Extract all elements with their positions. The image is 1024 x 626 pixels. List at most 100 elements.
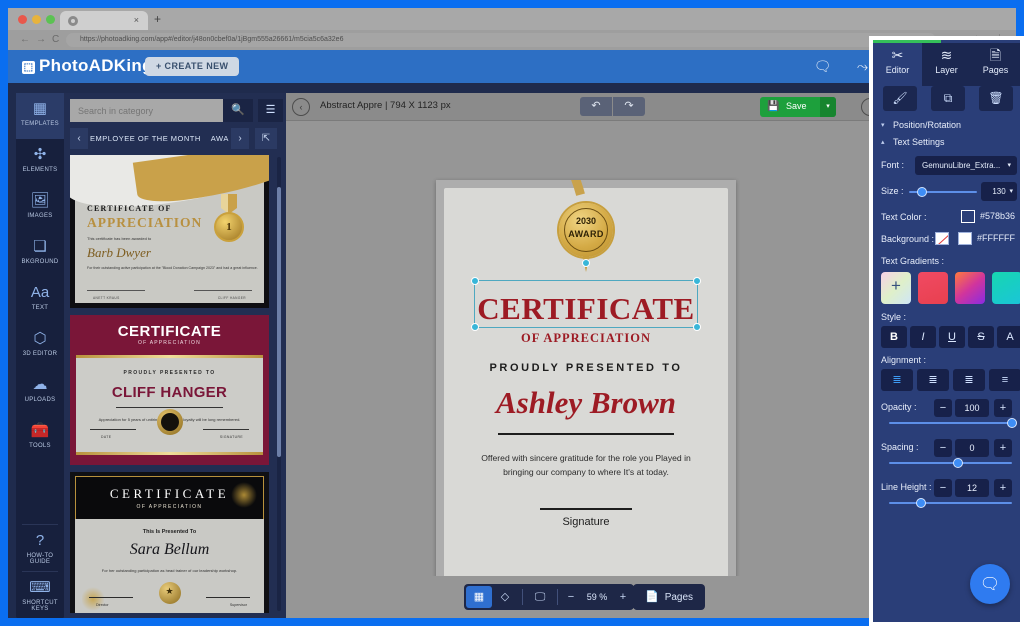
- window-minimize-button[interactable]: [32, 15, 41, 24]
- font-select[interactable]: GemunuLibre_Extra... ▾: [915, 156, 1017, 175]
- category-prev-icon[interactable]: ‹: [70, 128, 88, 149]
- present-icon[interactable]: 🖵: [527, 586, 553, 608]
- category-next-icon[interactable]: ›: [231, 128, 249, 149]
- align-left-button[interactable]: ≣: [881, 369, 913, 391]
- template-list[interactable]: CERTIFICATE OF APPRECIATION This certifi…: [70, 155, 280, 613]
- opacity-decrease-button[interactable]: −: [934, 399, 952, 417]
- search-input[interactable]: [70, 99, 223, 122]
- opacity-value[interactable]: 100: [955, 399, 989, 417]
- size-select[interactable]: 130 ▾: [981, 182, 1017, 201]
- certificate-subtitle[interactable]: OF APPRECIATION: [436, 331, 736, 346]
- opacity-slider-knob[interactable]: [1007, 418, 1017, 428]
- tab-close-icon[interactable]: ×: [134, 15, 139, 26]
- align-right-button[interactable]: ≣: [953, 369, 985, 391]
- certificate-signature-label[interactable]: Signature: [436, 516, 736, 528]
- list-view-icon[interactable]: ☰: [258, 99, 283, 122]
- spacing-increase-button[interactable]: +: [994, 439, 1012, 457]
- sidebar-item-templates[interactable]: ▦ TEMPLATES: [16, 93, 64, 139]
- eraser-icon[interactable]: ◇: [492, 586, 518, 608]
- bold-button[interactable]: B: [881, 326, 907, 348]
- gradient-swatch-red[interactable]: [918, 272, 948, 304]
- delete-icon[interactable]: 🗑: [979, 86, 1013, 111]
- collapse-left-icon[interactable]: ‹: [292, 98, 310, 116]
- chat-support-button[interactable]: 🗨: [970, 564, 1010, 604]
- line-height-slider-knob[interactable]: [916, 498, 927, 508]
- uppercase-button[interactable]: A: [997, 326, 1020, 348]
- italic-button[interactable]: I: [910, 326, 936, 348]
- reload-icon[interactable]: C: [52, 34, 59, 45]
- browser-tab[interactable]: ×: [60, 11, 148, 30]
- sidebar-item-images[interactable]: 🖼 IMAGES: [16, 185, 64, 231]
- category-expand-icon[interactable]: ⇱: [255, 128, 277, 149]
- save-button[interactable]: 💾 Save ▾: [760, 97, 836, 117]
- text-color-swatch[interactable]: [961, 210, 975, 223]
- strikethrough-button[interactable]: S: [968, 326, 994, 348]
- align-justify-button[interactable]: ≡: [989, 369, 1020, 391]
- background-color-swatch[interactable]: [958, 232, 972, 245]
- award-badge-icon[interactable]: 2030 AWARD: [559, 203, 613, 257]
- undo-icon[interactable]: ↶: [580, 97, 612, 116]
- sidebar-item-uploads[interactable]: ☁ UPLOADS: [16, 369, 64, 415]
- certificate-canvas[interactable]: 2030 AWARD CERTIFICATE OF APPRECIATION P…: [436, 180, 736, 604]
- template-card[interactable]: CERTIFICATE OF APPRECIATION This Is Pres…: [70, 472, 269, 613]
- spacing-decrease-button[interactable]: −: [934, 439, 952, 457]
- window-maximize-button[interactable]: [46, 15, 55, 24]
- line-height-slider-track[interactable]: [889, 498, 1012, 508]
- sidebar-item-shortcut-keys[interactable]: ⌨ Shortcut Keys: [16, 572, 64, 618]
- paint-format-icon[interactable]: 🖌: [883, 86, 917, 111]
- opacity-increase-button[interactable]: +: [994, 399, 1012, 417]
- create-new-button[interactable]: + CREATE NEW: [145, 57, 240, 76]
- template-card[interactable]: CERTIFICATE OF APPRECIATION PROUDLY PRES…: [70, 315, 269, 465]
- certificate-presented-to[interactable]: PROUDLY PRESENTED TO: [436, 362, 736, 374]
- comment-icon[interactable]: 🗨: [813, 57, 832, 76]
- save-dropdown-icon[interactable]: ▾: [820, 97, 836, 117]
- brand-logo[interactable]: ⬚ PhotoADKing: [22, 56, 153, 76]
- sidebar-item-elements[interactable]: ✣ ELEMENTS: [16, 139, 64, 185]
- tab-pages[interactable]: 🗎 Pages: [971, 43, 1020, 86]
- size-slider-knob[interactable]: [917, 187, 927, 197]
- pages-button[interactable]: 📄 Pages: [633, 584, 706, 610]
- new-tab-button[interactable]: +: [154, 12, 161, 26]
- category-chip[interactable]: AWAR: [211, 134, 229, 143]
- spacing-slider-knob[interactable]: [952, 458, 963, 468]
- certificate-title[interactable]: CERTIFICATE: [436, 291, 736, 327]
- template-scrollbar[interactable]: [277, 157, 281, 611]
- search-icon[interactable]: 🔍: [223, 99, 253, 122]
- sidebar-item-tools[interactable]: 🧰 TOOLS: [16, 415, 64, 461]
- scrollbar-thumb[interactable]: [277, 187, 281, 457]
- add-gradient-button[interactable]: [881, 272, 911, 304]
- window-close-button[interactable]: [18, 15, 27, 24]
- template-caption: This certificate has been awarded to: [87, 236, 152, 241]
- tab-layer[interactable]: ≋ Layer: [922, 43, 971, 86]
- category-chip[interactable]: EMPLOYEE OF THE MONTH: [90, 134, 201, 143]
- sidebar-item-how-to-guide[interactable]: ? How-To Guide: [16, 525, 64, 571]
- forward-icon[interactable]: →: [36, 34, 46, 45]
- template-card[interactable]: CERTIFICATE OF APPRECIATION This certifi…: [70, 155, 269, 308]
- sidebar-item-background[interactable]: ❏ BKGROUND: [16, 231, 64, 277]
- section-text-settings[interactable]: ▴ Text Settings: [873, 135, 1020, 152]
- duplicate-icon[interactable]: ⧉: [931, 86, 965, 111]
- section-position-rotation[interactable]: ▾ Position/Rotation: [873, 118, 1020, 135]
- opacity-slider-track[interactable]: [889, 418, 1017, 428]
- certificate-description[interactable]: Offered with sincere gratitude for the r…: [468, 452, 704, 479]
- zoom-in-button[interactable]: +: [614, 591, 632, 603]
- underline-button[interactable]: U: [939, 326, 965, 348]
- gradient-swatch-orange-purple[interactable]: [955, 272, 985, 304]
- line-height-increase-button[interactable]: +: [994, 479, 1012, 497]
- zoom-out-button[interactable]: −: [562, 591, 580, 603]
- align-center-button[interactable]: ≣: [917, 369, 949, 391]
- certificate-recipient[interactable]: Ashley Brown: [436, 385, 736, 421]
- grid-toggle-icon[interactable]: ▦: [466, 586, 492, 608]
- line-height-decrease-button[interactable]: −: [934, 479, 952, 497]
- sidebar-item-text[interactable]: Aa TEXT: [16, 277, 64, 323]
- back-icon[interactable]: ←: [20, 34, 30, 45]
- sidebar-item-3d-editor[interactable]: ⬡ 3D EDITOR: [16, 323, 64, 369]
- background-none-swatch[interactable]: [935, 232, 949, 245]
- tab-editor[interactable]: ✂ Editor: [873, 43, 922, 86]
- url-input[interactable]: https://photoadking.com/app#/editor/j48o…: [66, 33, 936, 47]
- gradient-swatch-teal[interactable]: [992, 272, 1020, 304]
- line-height-value[interactable]: 12: [955, 479, 989, 497]
- spacing-slider-track[interactable]: [889, 458, 1012, 468]
- spacing-value[interactable]: 0: [955, 439, 989, 457]
- redo-icon[interactable]: ↷: [613, 97, 645, 116]
